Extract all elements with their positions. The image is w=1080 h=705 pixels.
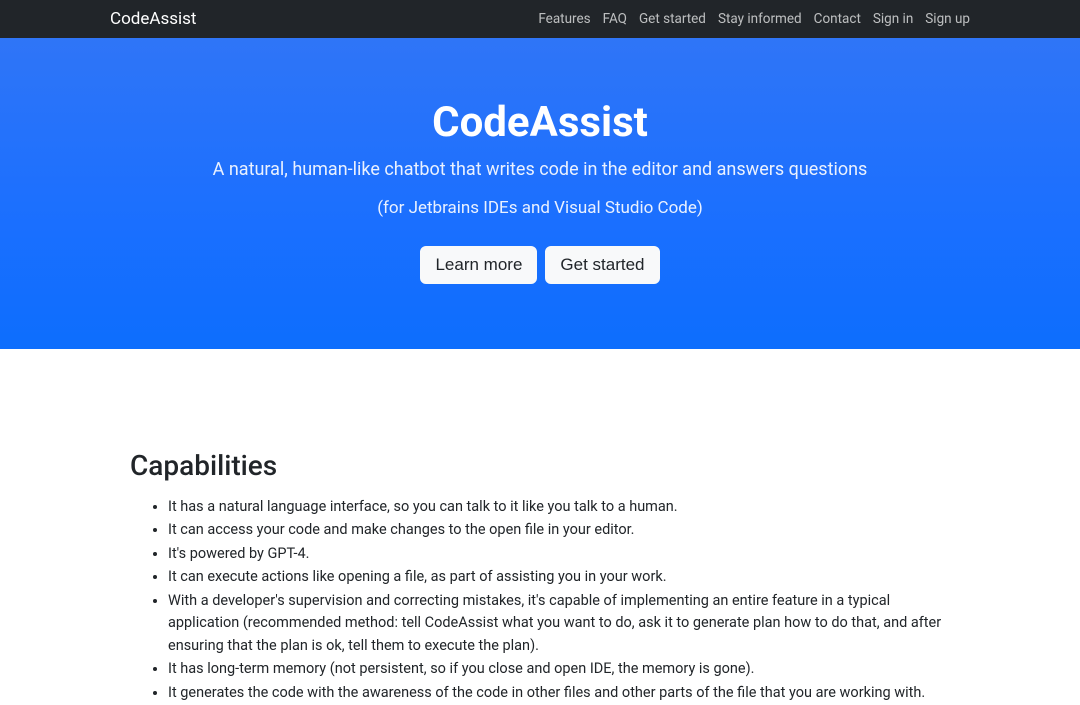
- capabilities-section: Capabilities It has a natural language i…: [130, 349, 950, 704]
- list-item: It has a natural language interface, so …: [168, 496, 950, 518]
- list-item: With a developer's supervision and corre…: [168, 590, 950, 657]
- nav-link-stay-informed[interactable]: Stay informed: [718, 11, 802, 27]
- top-navbar: CodeAssist Features FAQ Get started Stay…: [0, 0, 1080, 38]
- list-item: It generates the code with the awareness…: [168, 682, 950, 704]
- nav-links: Features FAQ Get started Stay informed C…: [538, 11, 970, 27]
- list-item: It has long-term memory (not persistent,…: [168, 658, 950, 680]
- list-item: It's powered by GPT-4.: [168, 543, 950, 565]
- capabilities-list: It has a natural language interface, so …: [130, 496, 950, 704]
- capabilities-heading: Capabilities: [130, 449, 950, 482]
- get-started-button[interactable]: Get started: [545, 246, 659, 284]
- list-item: It can execute actions like opening a fi…: [168, 566, 950, 588]
- hero-subtext: (for Jetbrains IDEs and Visual Studio Co…: [20, 198, 1060, 218]
- list-item: It can access your code and make changes…: [168, 519, 950, 541]
- learn-more-button[interactable]: Learn more: [420, 246, 537, 284]
- hero-subtitle: A natural, human-like chatbot that write…: [20, 159, 1060, 180]
- nav-link-features[interactable]: Features: [538, 11, 590, 27]
- hero-section: CodeAssist A natural, human-like chatbot…: [0, 38, 1080, 349]
- nav-link-contact[interactable]: Contact: [814, 11, 861, 27]
- hero-title: CodeAssist: [20, 98, 1060, 147]
- brand-logo[interactable]: CodeAssist: [110, 9, 196, 29]
- nav-link-faq[interactable]: FAQ: [603, 11, 627, 27]
- nav-link-sign-in[interactable]: Sign in: [873, 11, 913, 27]
- nav-link-get-started[interactable]: Get started: [639, 11, 706, 27]
- nav-link-sign-up[interactable]: Sign up: [925, 11, 970, 27]
- hero-buttons: Learn more Get started: [20, 246, 1060, 284]
